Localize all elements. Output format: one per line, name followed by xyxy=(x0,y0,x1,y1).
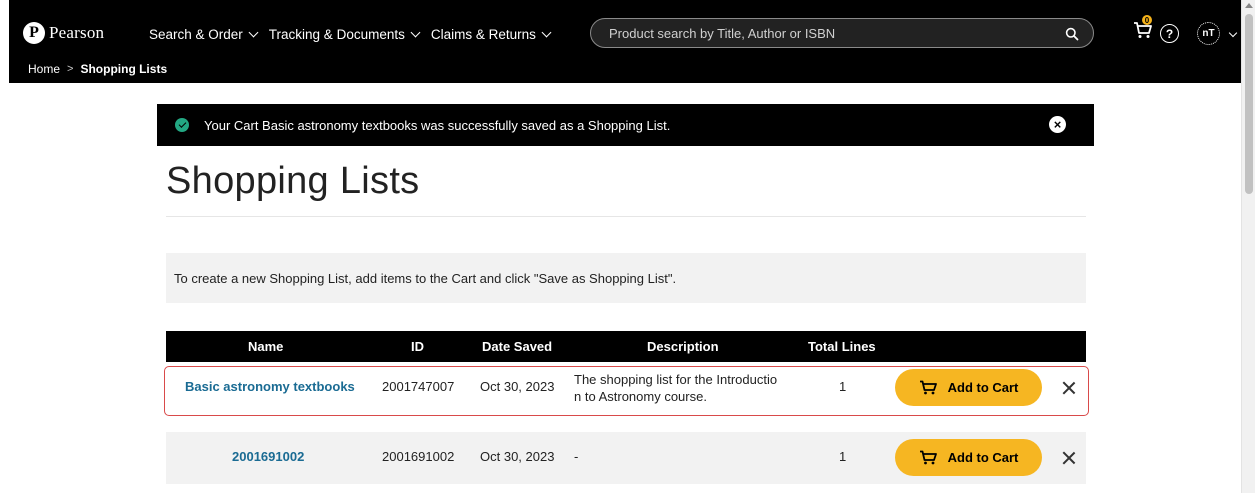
table-row: Basic astronomy textbooks 2001747007 Oct… xyxy=(166,362,1086,414)
total-lines: 1 xyxy=(839,449,847,464)
chevron-down-icon xyxy=(541,27,552,38)
breadcrumb: Home > Shopping Lists xyxy=(28,62,167,76)
divider xyxy=(166,216,1086,217)
date-saved: Oct 30, 2023 xyxy=(480,379,555,394)
scroll-thumb[interactable] xyxy=(1245,14,1253,194)
cart-count-badge: 0 xyxy=(1142,15,1152,25)
scroll-up-icon[interactable] xyxy=(1245,3,1253,8)
cart-icon xyxy=(919,450,937,465)
nav-label: Claims & Returns xyxy=(430,27,536,42)
add-to-cart-label: Add to Cart xyxy=(947,450,1019,465)
pearson-logo[interactable]: P Pearson xyxy=(23,22,104,44)
help-icon[interactable]: ? xyxy=(1160,24,1179,43)
total-lines: 1 xyxy=(839,379,847,394)
list-id: 2001691002 xyxy=(382,449,455,464)
add-to-cart-label: Add to Cart xyxy=(947,380,1019,395)
nav-tracking-documents[interactable]: Tracking & Documents xyxy=(268,27,421,42)
banner-message: Your Cart Basic astronomy textbooks was … xyxy=(204,117,671,133)
remove-icon[interactable] xyxy=(1062,381,1076,395)
shopping-lists-table: Name ID Date Saved Description Total Lin… xyxy=(166,331,1086,484)
page-title: Shopping Lists xyxy=(166,160,420,202)
column-header-date-saved[interactable]: Date Saved xyxy=(482,339,552,354)
column-header-total-lines[interactable]: Total Lines xyxy=(808,339,876,354)
avatar[interactable]: nT xyxy=(1197,22,1220,45)
add-to-cart-button[interactable]: Add to Cart xyxy=(895,439,1042,476)
table-row: 2001691002 2001691002 Oct 30, 2023 - 1 A… xyxy=(166,432,1086,484)
column-header-description[interactable]: Description xyxy=(647,339,719,354)
search-icon[interactable] xyxy=(1065,27,1079,41)
description: The shopping list for the Introductio n … xyxy=(574,371,777,405)
description-line: n to Astronomy course. xyxy=(574,389,707,404)
nav-label: Tracking & Documents xyxy=(268,27,405,42)
nav-claims-returns[interactable]: Claims & Returns xyxy=(430,27,552,42)
close-icon[interactable]: × xyxy=(1049,116,1066,133)
info-message: To create a new Shopping List, add items… xyxy=(166,253,1086,303)
cart-icon xyxy=(919,380,937,395)
list-name-link[interactable]: Basic astronomy textbooks xyxy=(185,379,355,394)
search-input[interactable]: Product search by Title, Author or ISBN xyxy=(590,18,1094,48)
chevron-down-icon xyxy=(248,27,259,38)
search-placeholder: Product search by Title, Author or ISBN xyxy=(609,25,836,41)
date-saved: Oct 30, 2023 xyxy=(480,449,555,464)
table-header: Name ID Date Saved Description Total Lin… xyxy=(166,331,1086,362)
logo-text: Pearson xyxy=(49,23,105,42)
column-header-name[interactable]: Name xyxy=(248,339,283,354)
info-text: To create a new Shopping List, add items… xyxy=(174,270,677,286)
check-circle-icon xyxy=(175,118,189,132)
pearson-logo-icon: P xyxy=(23,22,45,44)
chevron-down-icon xyxy=(410,27,421,38)
nav-search-order[interactable]: Search & Order xyxy=(149,27,259,42)
breadcrumb-separator: > xyxy=(67,63,74,75)
remove-icon[interactable] xyxy=(1062,451,1076,465)
column-header-id[interactable]: ID xyxy=(411,339,424,354)
chevron-down-icon[interactable] xyxy=(1228,28,1238,38)
main-nav: Search & Order Tracking & Documents Clai… xyxy=(149,27,552,42)
vertical-scrollbar[interactable] xyxy=(1241,0,1255,493)
nav-label: Search & Order xyxy=(149,27,243,42)
success-banner: Your Cart Basic astronomy textbooks was … xyxy=(157,104,1094,146)
list-id: 2001747007 xyxy=(382,379,455,394)
top-bar: P Pearson Search & Order Tracking & Docu… xyxy=(9,0,1241,83)
breadcrumb-home[interactable]: Home xyxy=(28,62,60,76)
breadcrumb-current: Shopping Lists xyxy=(80,62,168,76)
description: - xyxy=(574,449,579,464)
list-name-link[interactable]: 2001691002 xyxy=(232,449,304,464)
add-to-cart-button[interactable]: Add to Cart xyxy=(895,369,1042,406)
description-line: The shopping list for the Introductio xyxy=(574,372,778,387)
app-frame: P Pearson Search & Order Tracking & Docu… xyxy=(9,0,1241,493)
